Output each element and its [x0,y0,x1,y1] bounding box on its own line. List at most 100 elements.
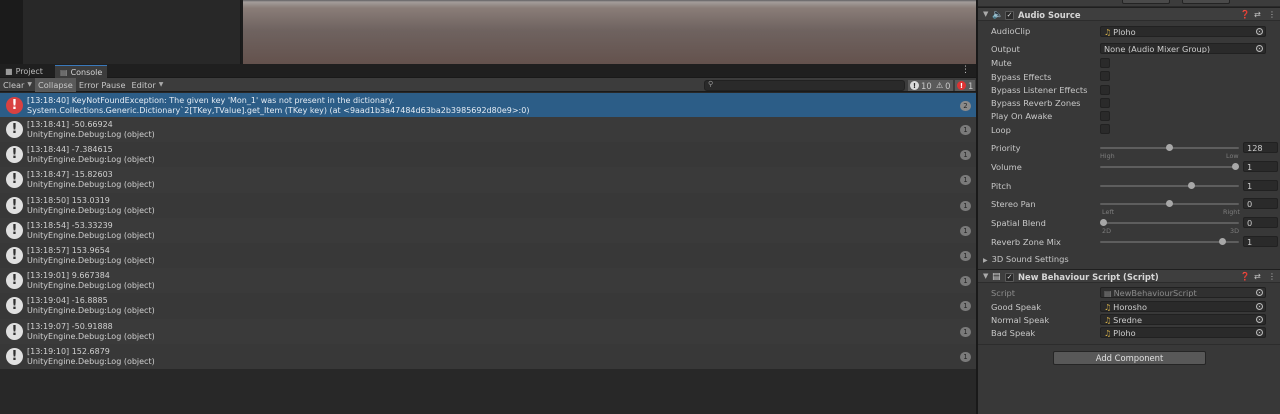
priority-slider[interactable] [1100,142,1239,153]
console-icon: ▤ [60,67,68,77]
error-filter-toggle[interactable]: ! 1 [955,80,976,91]
slider-thumb[interactable] [1166,144,1173,151]
3d-sound-settings-foldout[interactable]: ▶ 3D Sound Settings [983,254,1069,264]
log-stacktrace: UnityEngine.Debug:Log (object) [27,130,155,139]
play-on-awake-checkbox[interactable] [1100,111,1110,121]
bypass-reverb-zones-checkbox[interactable] [1100,98,1110,108]
audio-source-enabled-checkbox[interactable]: ✓ [1005,11,1014,20]
log-entry[interactable]: ! [13:19:01] 9.667384 UnityEngine.Debug:… [0,268,976,294]
pitch-slider[interactable] [1100,180,1239,191]
audio-source-header[interactable]: ▼ 🔈 ✓ Audio Source ❓ ⇄ ⋮ [978,7,1280,21]
slider-thumb[interactable] [1188,182,1195,189]
preset-icon[interactable]: ⇄ [1254,272,1261,281]
log-entry[interactable]: ! [13:19:04] -16.8885 UnityEngine.Debug:… [0,293,976,319]
help-icon[interactable]: ❓ [1240,10,1250,19]
log-entry[interactable]: ! [13:18:41] -50.66924 UnityEngine.Debug… [0,117,976,143]
output-value: None (Audio Mixer Group) [1104,44,1211,54]
warning-filter-toggle[interactable]: ⚠ 0 [934,80,953,91]
info-icon: ! [6,171,23,189]
collapse-toggle[interactable]: Collapse [35,77,76,92]
spatial-blend-min-label: 2D [1102,227,1111,235]
console-panel: ■ Project ▤ Console ⋮ Clear ▼ Collapse E… [0,64,976,414]
object-picker-icon[interactable] [1256,303,1263,310]
slider-thumb[interactable] [1219,238,1226,245]
slider-thumb[interactable] [1166,200,1173,207]
normal-speak-field[interactable]: ♫ Sredne [1100,314,1266,325]
hierarchy-panel[interactable] [23,0,241,64]
reverb-zone-mix-slider[interactable] [1100,236,1239,247]
clear-dropdown-icon[interactable]: ▼ [27,81,32,88]
error-pause-toggle[interactable]: Error Pause [76,78,129,92]
info-count: 10 [921,80,932,91]
scene-view[interactable] [243,0,976,64]
audioclip-field[interactable]: ♫ Ploho [1100,26,1266,37]
info-filter-toggle[interactable]: ! 10 [908,80,934,91]
chevron-right-icon: ▶ [983,257,988,264]
pitch-input[interactable]: 1 [1243,180,1278,191]
priority-max-label: Low [1226,152,1239,160]
collapse-count-badge: 1 [960,200,971,211]
output-field[interactable]: None (Audio Mixer Group) [1100,43,1266,54]
log-message: [13:19:04] -16.8885 [27,296,108,306]
fold-arrow-icon[interactable]: ▼ [983,272,988,280]
editor-dropdown[interactable]: Editor ▼ [128,78,166,92]
kebab-menu-icon[interactable]: ⋮ [961,65,970,75]
spatial-blend-input[interactable]: 0 [1243,217,1278,228]
inspector-top-button[interactable] [1182,0,1230,4]
help-icon[interactable]: ❓ [1240,272,1250,281]
mute-checkbox[interactable] [1100,58,1110,68]
log-stacktrace: UnityEngine.Debug:Log (object) [27,331,155,341]
slider-thumb[interactable] [1232,163,1239,170]
loop-checkbox[interactable] [1100,124,1110,134]
bypass-effects-checkbox[interactable] [1100,71,1110,81]
info-icon: ! [6,146,23,164]
tab-console[interactable]: ▤ Console [55,65,108,78]
add-component-button[interactable]: Add Component [1053,351,1206,365]
console-search-input[interactable]: ⚲ [704,80,905,91]
slider-track [1100,185,1239,187]
good-speak-field[interactable]: ♫ Horosho [1100,301,1266,312]
fold-arrow-icon[interactable]: ▼ [983,10,988,18]
kebab-menu-icon[interactable]: ⋮ [1268,10,1276,19]
log-message: [13:19:07] -50.91888 [27,321,113,331]
behaviour-script-header[interactable]: ▼ ▤ ✓ New Behaviour Script (Script) ❓ ⇄ … [978,269,1280,283]
collapse-count-badge: 1 [960,150,971,161]
object-picker-icon[interactable] [1256,45,1263,52]
kebab-menu-icon[interactable]: ⋮ [1268,272,1276,281]
log-entry[interactable]: ! [13:18:50] 153.0319 UnityEngine.Debug:… [0,192,976,218]
object-picker-icon[interactable] [1256,28,1263,35]
spatial-blend-slider[interactable] [1100,217,1239,228]
log-entry[interactable]: ! [13:18:47] -15.82603 UnityEngine.Debug… [0,167,976,193]
script-label: Script [991,288,1016,298]
object-picker-icon[interactable] [1256,316,1263,323]
info-icon: ! [6,347,23,365]
log-entry[interactable]: ! [13:18:44] -7.384615 UnityEngine.Debug… [0,142,976,168]
volume-input[interactable]: 1 [1243,161,1278,172]
bypass-listener-effects-checkbox[interactable] [1100,85,1110,95]
priority-input[interactable]: 128 [1243,142,1278,153]
log-entry[interactable]: ! [13:18:54] -53.33239 UnityEngine.Debug… [0,217,976,243]
tab-project[interactable]: ■ Project [0,65,48,78]
script-value: NewBehaviourScript [1113,288,1197,298]
slider-thumb[interactable] [1100,219,1107,226]
stereo-pan-min-label: Left [1102,208,1115,216]
spatial-blend-label: Spatial Blend [991,218,1046,228]
preset-icon[interactable]: ⇄ [1254,10,1261,19]
log-entry[interactable]: ! [13:19:07] -50.91888 UnityEngine.Debug… [0,318,976,344]
inspector-top-button[interactable] [1122,0,1170,4]
audio-file-icon: ♫ [1104,316,1112,325]
volume-slider[interactable] [1100,161,1239,172]
bypass-listener-effects-label: Bypass Listener Effects [991,85,1088,95]
clear-label: Clear [3,79,25,90]
clear-button[interactable]: Clear ▼ [0,78,35,92]
log-entry[interactable]: ! [13:18:57] 153.9654 UnityEngine.Debug:… [0,242,976,269]
log-entry-error[interactable]: ! [13:18:40] KeyNotFoundException: The g… [0,93,976,117]
stereo-pan-slider[interactable] [1100,198,1239,209]
object-picker-icon[interactable] [1256,329,1263,336]
bad-speak-field[interactable]: ♫ Ploho [1100,327,1266,338]
audio-file-icon: ♫ [1104,28,1112,37]
behaviour-enabled-checkbox[interactable]: ✓ [1005,273,1014,282]
reverb-zone-mix-input[interactable]: 1 [1243,236,1278,247]
log-entry[interactable]: ! [13:19:10] 152.6879 UnityEngine.Debug:… [0,343,976,369]
stereo-pan-input[interactable]: 0 [1243,198,1278,209]
